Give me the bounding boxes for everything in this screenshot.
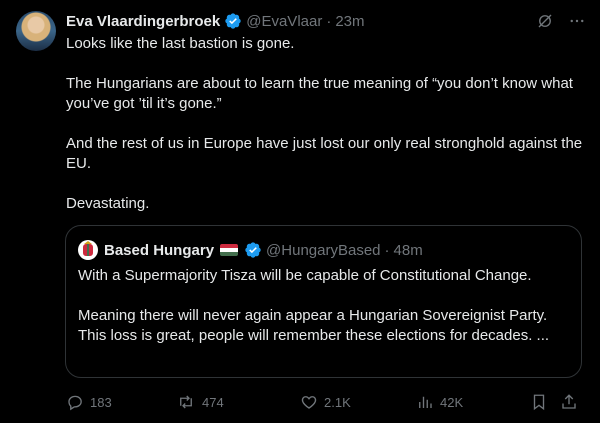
tweet-header: Eva Vlaardingerbroek @EvaVlaar · 23m [66,11,365,31]
like-button[interactable]: 2.1K [300,393,416,411]
more-options-icon[interactable] [566,10,588,32]
view-count: 42K [440,394,464,410]
share-icon [562,394,576,409]
quoted-tweet[interactable]: Based Hungary @HungaryBased · 48m With a… [65,225,582,378]
reply-icon [68,395,82,411]
bookmark-button[interactable] [530,393,560,411]
timestamp[interactable]: 23m [335,13,364,30]
quoted-author-name[interactable]: Based Hungary [104,242,214,259]
views-icon [419,396,432,408]
tweet-paragraph: And the rest of us in Europe have just l… [66,135,583,172]
quoted-tweet-text: With a Supermajority Tisza will be capab… [78,266,573,346]
tweet-paragraph: The Hungarians are about to learn the tr… [66,75,573,112]
separator: · [326,12,332,30]
repost-count: 474 [202,394,224,410]
tweet-text: Looks like the last bastion is gone. The… [66,34,586,214]
hungary-flag-icon [220,244,239,256]
like-count: 2.1K [324,394,351,410]
repost-icon [180,395,192,409]
quoted-paragraph: Meaning there will never again appear a … [78,307,550,344]
quoted-paragraph: With a Supermajority Tisza will be capab… [78,267,532,284]
quoted-author-handle[interactable]: @HungaryBased [266,242,380,259]
share-button[interactable] [560,393,590,411]
reply-button[interactable]: 183 [66,393,176,411]
quoted-avatar[interactable] [78,240,98,260]
verified-badge-icon [224,12,242,30]
tweet-paragraph: Looks like the last bastion is gone. [66,35,295,52]
views-button[interactable]: 42K [416,393,530,411]
repost-button[interactable]: 474 [176,393,300,411]
tweet-paragraph: Devastating. [66,195,150,212]
grok-icon[interactable] [534,10,556,32]
author-handle[interactable]: @EvaVlaar [246,13,322,30]
bookmark-icon [533,394,545,411]
top-actions [534,10,588,32]
tweet[interactable]: Eva Vlaardingerbroek @EvaVlaar · 23m Loo… [0,0,600,423]
reply-count: 183 [90,394,112,410]
action-bar: 183 474 2.1K 42K [66,390,590,414]
verified-badge-icon [244,241,262,259]
separator: · [384,241,390,259]
heart-icon [301,396,317,409]
author-name[interactable]: Eva Vlaardingerbroek [66,13,220,30]
quoted-tweet-header: Based Hungary @HungaryBased · 48m [78,240,423,260]
quoted-timestamp[interactable]: 48m [394,242,423,259]
avatar[interactable] [16,11,56,51]
